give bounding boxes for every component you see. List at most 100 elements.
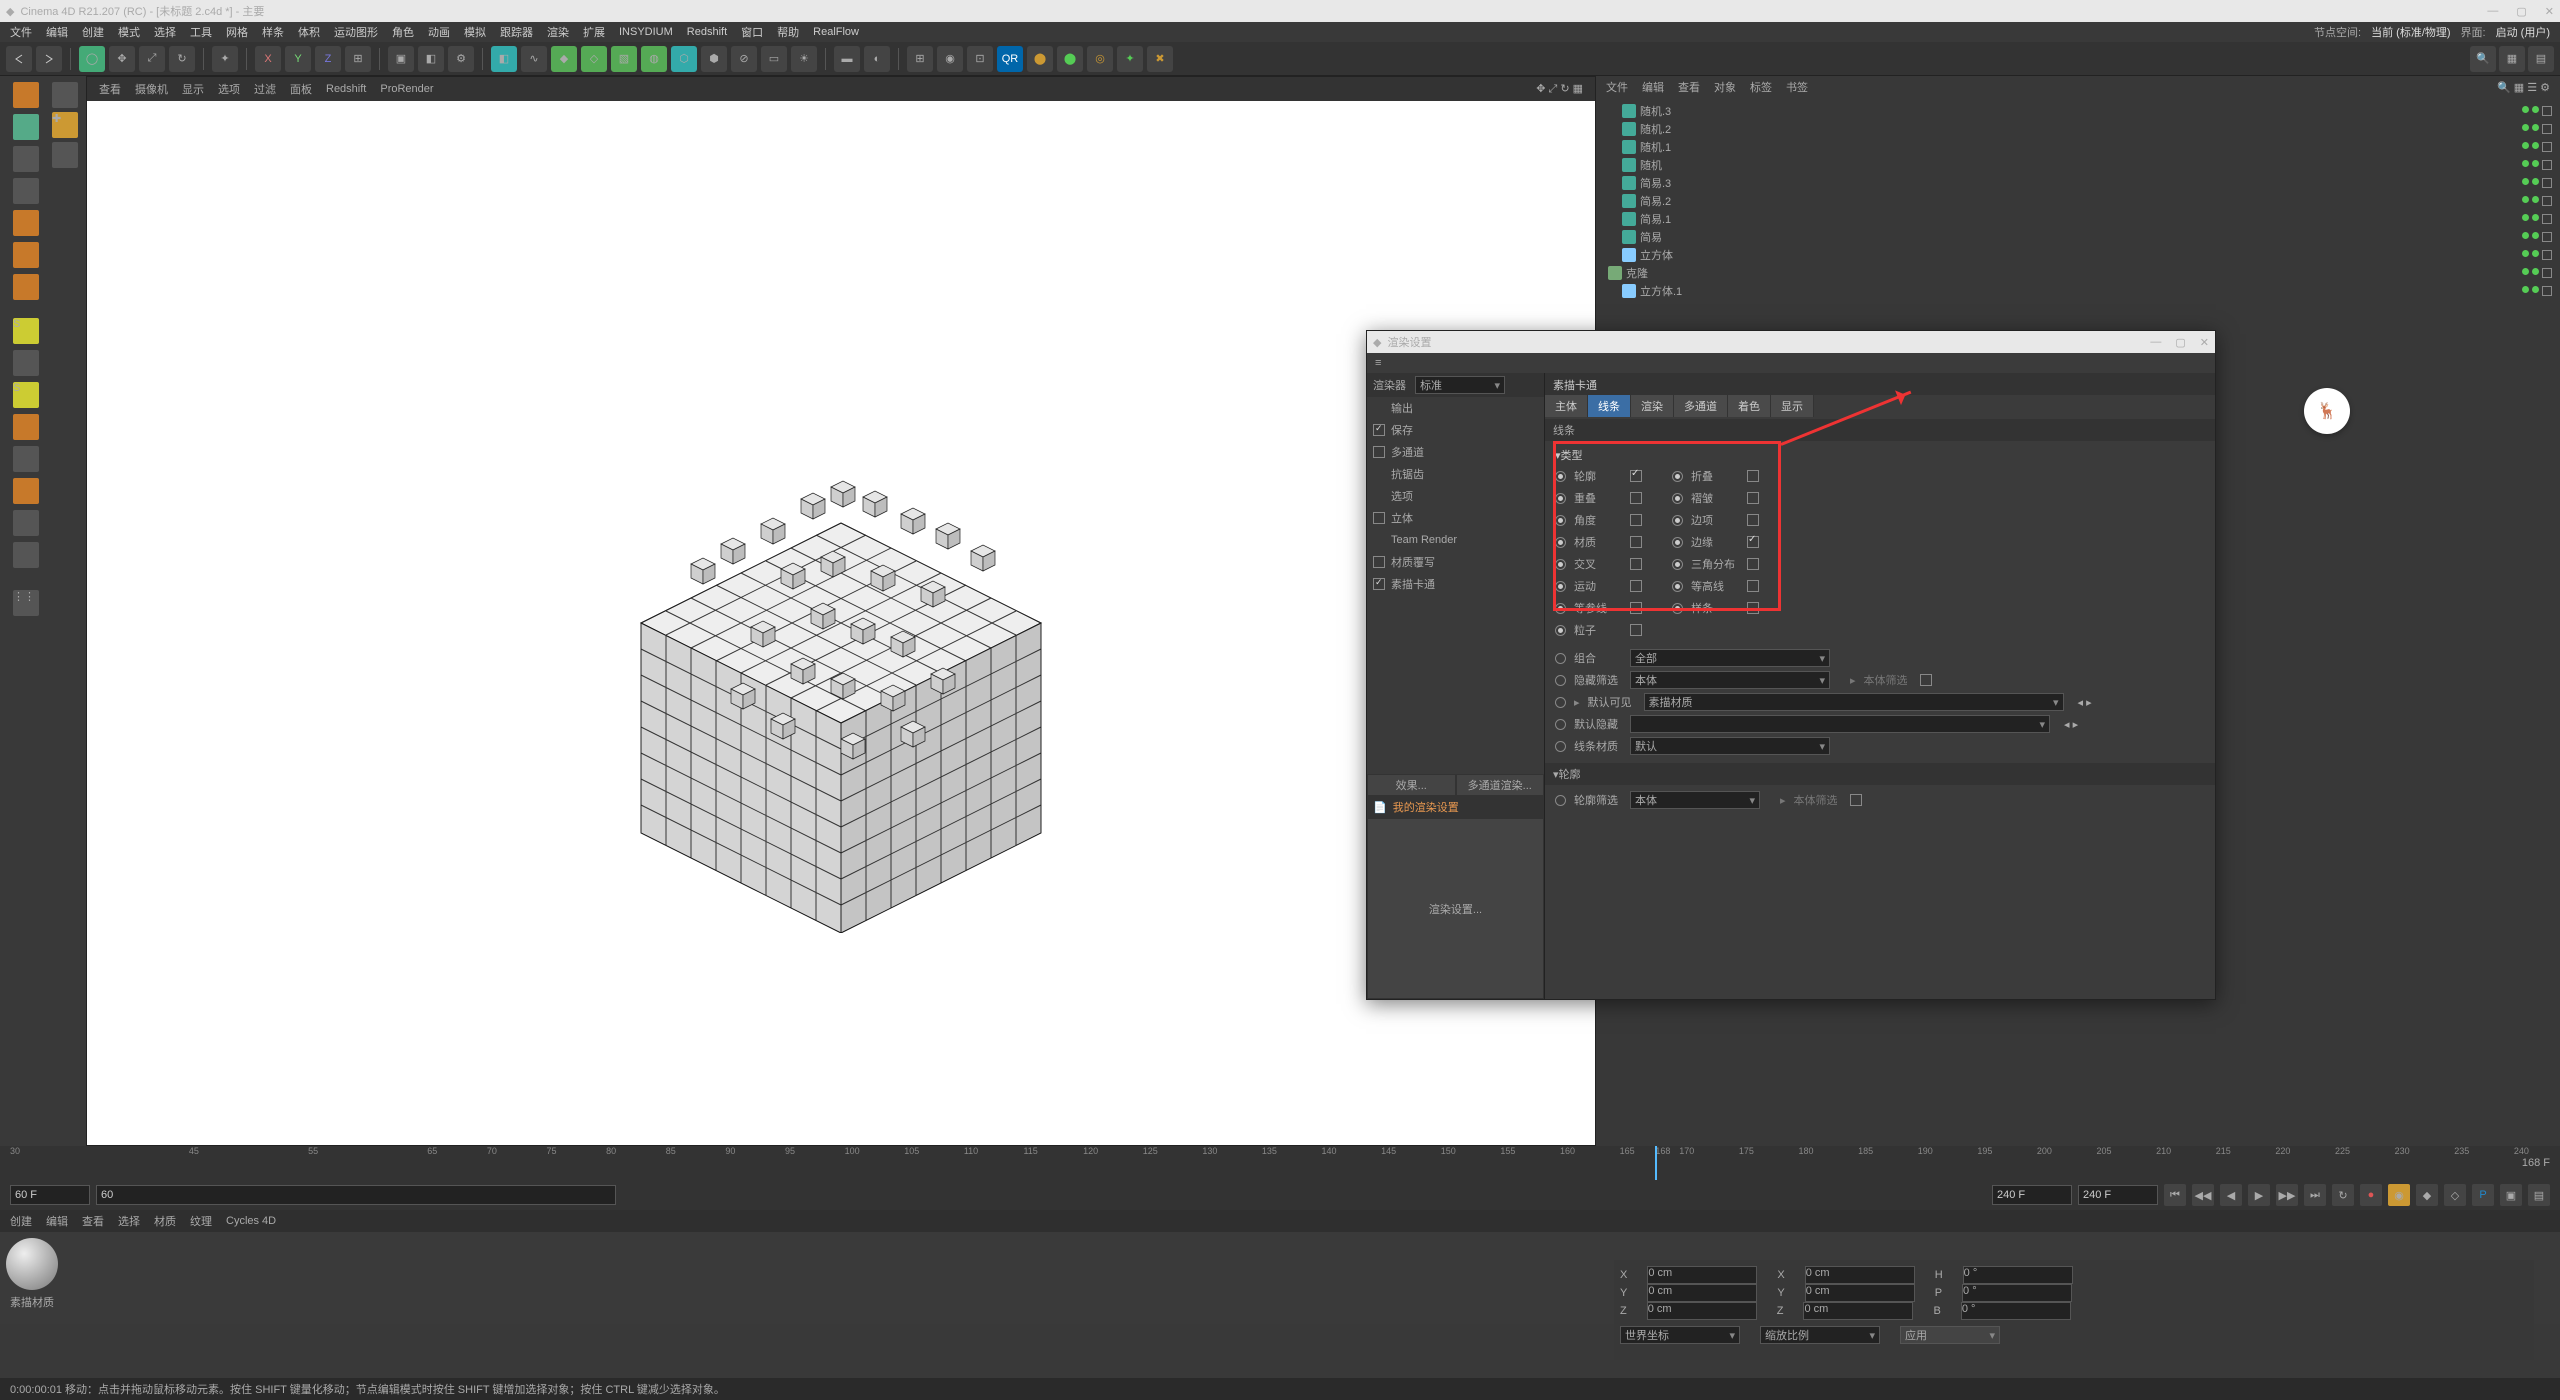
search-icon[interactable]: 🔍 [2470, 46, 2496, 72]
play-back[interactable]: ◀ [2220, 1184, 2242, 1206]
object-enable[interactable] [2542, 232, 2552, 242]
minimize-button[interactable]: — [2487, 5, 2498, 18]
rs-left-item[interactable]: Team Render [1367, 529, 1544, 551]
rs-min[interactable]: — [2150, 336, 2161, 349]
rs-my-settings[interactable]: 我的渲染设置 [1393, 799, 1459, 815]
snap2[interactable]: S [13, 382, 39, 408]
object-enable[interactable] [2542, 160, 2552, 170]
move-tool[interactable]: ✥ [109, 46, 135, 72]
menu-file[interactable]: 文件 [10, 24, 32, 40]
object-enable[interactable] [2542, 106, 2552, 116]
workplane[interactable]: ⊡ [967, 46, 993, 72]
vis-editor-dot[interactable] [2522, 178, 2529, 185]
rs-left-item[interactable]: 选项 [1367, 485, 1544, 507]
snap4[interactable] [13, 446, 39, 472]
coord-apply[interactable]: 应用 [1900, 1326, 2000, 1344]
recent-tool[interactable]: ✦ [212, 46, 238, 72]
generator[interactable]: ◆ [551, 46, 577, 72]
object-enable[interactable] [2542, 250, 2552, 260]
vp-tab-options[interactable]: 选项 [218, 81, 240, 97]
rs-tab[interactable]: 多通道 [1674, 395, 1728, 417]
key1[interactable]: ◆ [2416, 1184, 2438, 1206]
vp-tab-view[interactable]: 查看 [99, 81, 121, 97]
texture-mode[interactable] [13, 146, 39, 172]
vp-tab-panel[interactable]: 面板 [290, 81, 312, 97]
rs-extra-cb[interactable] [1630, 624, 1642, 636]
rs-extra-radio[interactable] [1555, 625, 1566, 636]
menu-spline[interactable]: 样条 [262, 24, 284, 40]
frame-total-field[interactable] [2078, 1185, 2158, 1205]
menu-character[interactable]: 角色 [392, 24, 414, 40]
object-row[interactable]: 克隆 [1604, 264, 2552, 282]
undo-button[interactable] [6, 46, 32, 72]
snap7[interactable] [13, 542, 39, 568]
playhead[interactable] [1655, 1146, 1657, 1180]
object-row[interactable]: 简易.2 [1604, 192, 2552, 210]
om-file[interactable]: 文件 [1606, 79, 1628, 95]
menu-realflow[interactable]: RealFlow [813, 26, 859, 38]
vis-render-dot[interactable] [2532, 124, 2539, 131]
render-view[interactable]: ▣ [388, 46, 414, 72]
vp-tab-redshift[interactable]: Redshift [326, 83, 366, 95]
rs-tab[interactable]: 渲染 [1631, 395, 1674, 417]
vis-editor-dot[interactable] [2522, 196, 2529, 203]
vis-editor-dot[interactable] [2522, 232, 2529, 239]
mat-create[interactable]: 创建 [10, 1213, 32, 1229]
om-view[interactable]: 查看 [1678, 79, 1700, 95]
object-enable[interactable] [2542, 286, 2552, 296]
goto-end[interactable]: ⏭ [2304, 1184, 2326, 1206]
rs-left-item[interactable]: 保存 [1367, 419, 1544, 441]
mograph-btn[interactable]: ⬡ [671, 46, 697, 72]
rs-outf-dd[interactable]: 本体 [1630, 791, 1760, 809]
key5[interactable]: ▤ [2528, 1184, 2550, 1206]
object-row[interactable]: 随机.2 [1604, 120, 2552, 138]
rs-left-checkbox[interactable] [1373, 578, 1385, 590]
object-row[interactable]: 随机 [1604, 156, 2552, 174]
vis-editor-dot[interactable] [2522, 106, 2529, 113]
om-object[interactable]: 对象 [1714, 79, 1736, 95]
coord-system[interactable]: ⊞ [345, 46, 371, 72]
cube-primitive[interactable]: ◧ [491, 46, 517, 72]
frame-current-field[interactable] [96, 1185, 616, 1205]
close-button[interactable]: ✕ [2545, 5, 2554, 18]
vis-editor-dot[interactable] [2522, 160, 2529, 167]
model-mode[interactable] [13, 114, 39, 140]
rs-combine-radio[interactable] [1555, 653, 1566, 664]
menu-help[interactable]: 帮助 [777, 24, 799, 40]
om-bookmarks[interactable]: 书签 [1786, 79, 1808, 95]
menu-window[interactable]: 窗口 [741, 24, 763, 40]
vis-editor-dot[interactable] [2522, 142, 2529, 149]
environment[interactable]: ◍ [641, 46, 667, 72]
vp-tab-prorender[interactable]: ProRender [380, 83, 433, 95]
coord-mode2[interactable]: 缩放比例 [1760, 1326, 1880, 1344]
object-enable[interactable] [2542, 124, 2552, 134]
mat-cycles[interactable]: Cycles 4D [226, 1215, 276, 1227]
rs-tab[interactable]: 显示 [1771, 395, 1814, 417]
rs-tab[interactable]: 线条 [1588, 395, 1631, 417]
rs-linemat-dd[interactable]: 默认 [1630, 737, 1830, 755]
vis-editor-dot[interactable] [2522, 250, 2529, 257]
snap1[interactable] [13, 350, 39, 376]
vp-tab-display[interactable]: 显示 [182, 81, 204, 97]
rs-hidden-dd[interactable]: 本体 [1630, 671, 1830, 689]
axis-y[interactable]: Y [285, 46, 311, 72]
render-settings-btn[interactable]: ⚙ [448, 46, 474, 72]
rs-left-item[interactable]: 多通道 [1367, 441, 1544, 463]
snap3[interactable] [13, 414, 39, 440]
material-preview[interactable] [6, 1238, 58, 1290]
rs-hidden2-btns[interactable]: ◂ ▸ [2064, 718, 2078, 731]
select-tool[interactable]: ◯ [79, 46, 105, 72]
vp-tab-filter[interactable]: 过滤 [254, 81, 276, 97]
rs-tab[interactable]: 着色 [1728, 395, 1771, 417]
rs-left-item[interactable]: 输出 [1367, 397, 1544, 419]
object-tree[interactable]: 随机.3随机.2随机.1随机简易.3简易.2简易.1简易立方体克隆立方体.1 [1596, 98, 2560, 304]
floor[interactable]: ▬ [834, 46, 860, 72]
coord-mode1[interactable]: 世界坐标 [1620, 1326, 1740, 1344]
om-tags[interactable]: 标签 [1750, 79, 1772, 95]
menu-render[interactable]: 渲染 [547, 24, 569, 40]
rs-multipass-btn[interactable]: 多通道渲染... [1456, 774, 1545, 796]
menu-tools[interactable]: 工具 [190, 24, 212, 40]
vp-nav-icons[interactable]: ✥ ⤢ ↻ ▦ [1536, 82, 1583, 96]
vis-render-dot[interactable] [2532, 286, 2539, 293]
generator2[interactable]: ◇ [581, 46, 607, 72]
